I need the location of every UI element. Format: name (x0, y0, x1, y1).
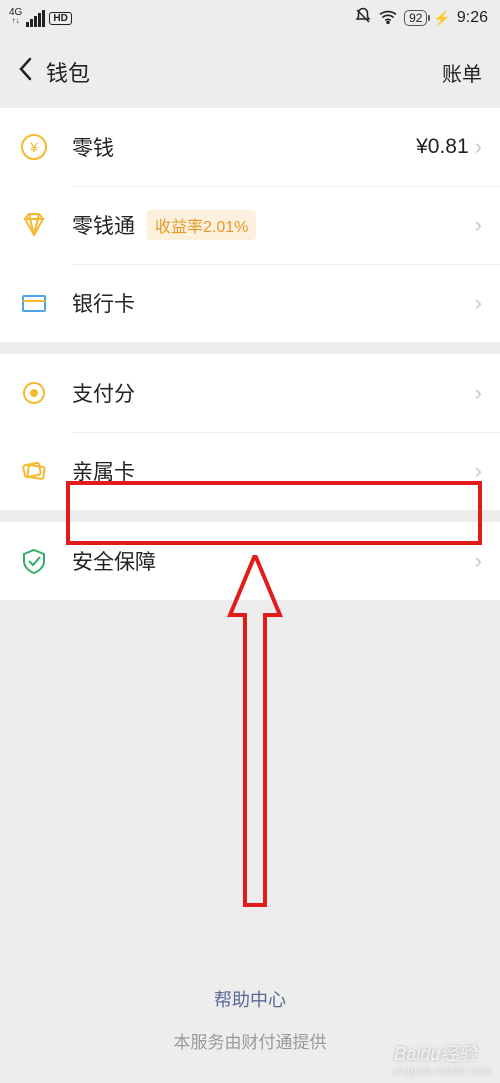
charging-icon: ⚡ (433, 10, 450, 27)
chevron-right-icon: › (475, 134, 482, 160)
wifi-icon (378, 8, 398, 29)
clock: 9:26 (457, 9, 488, 27)
status-bar: 4G ↑↓ HD 92 ⚡ 9:26 (0, 0, 500, 36)
row-label: 支付分 (72, 378, 135, 408)
provider-text: 本服务由财付通提供 (174, 1033, 327, 1052)
watermark-sub: jingyan.baidu.com (394, 1066, 492, 1077)
signal-icon (26, 10, 45, 27)
status-left: 4G ↑↓ HD (12, 10, 72, 27)
group-pay: 支付分 › 亲属卡 › (0, 354, 500, 510)
group-security: 安全保障 › (0, 522, 500, 600)
row-bank-card[interactable]: 银行卡 › (0, 264, 500, 342)
watermark: Baidu经验 jingyan.baidu.com (394, 1040, 492, 1077)
page-header: 钱包 账单 (0, 36, 500, 108)
network-type: 4G ↑↓ (9, 9, 22, 25)
chevron-right-icon: › (475, 380, 482, 406)
chevron-right-icon: › (475, 548, 482, 574)
shield-icon (18, 545, 50, 577)
row-balance-plus[interactable]: 零钱通 收益率2.01% › (0, 186, 500, 264)
row-security[interactable]: 安全保障 › (0, 522, 500, 600)
balance-value: ¥0.81 (416, 135, 469, 159)
status-right: 92 ⚡ 9:26 (354, 7, 488, 30)
bill-button[interactable]: 账单 (442, 58, 482, 87)
row-label: 亲属卡 (72, 456, 135, 486)
back-button[interactable] (18, 56, 40, 88)
diamond-icon (18, 209, 50, 241)
hd-badge: HD (49, 12, 71, 25)
row-family-card[interactable]: 亲属卡 › (0, 432, 500, 510)
group-balance: ¥ 零钱 ¥0.81 › 零钱通 收益率2.01% › 银行卡 › (0, 108, 500, 342)
battery-icon: 92 (404, 10, 427, 26)
row-balance[interactable]: ¥ 零钱 ¥0.81 › (0, 108, 500, 186)
row-label: 银行卡 (72, 288, 135, 318)
coin-icon: ¥ (18, 131, 50, 163)
mute-icon (354, 7, 372, 30)
yield-tag: 收益率2.01% (147, 210, 256, 240)
row-label: 安全保障 (72, 546, 156, 576)
card-icon (18, 287, 50, 319)
chevron-right-icon: › (475, 212, 482, 238)
gear-badge-icon (18, 377, 50, 409)
chevron-right-icon: › (475, 458, 482, 484)
annotation-arrow-icon (225, 555, 285, 915)
svg-text:¥: ¥ (29, 139, 38, 155)
watermark-main: Baidu经验 (394, 1044, 476, 1064)
chevron-right-icon: › (475, 290, 482, 316)
row-label: 零钱通 (72, 210, 135, 240)
row-label: 零钱 (72, 132, 114, 162)
family-card-icon (18, 455, 50, 487)
row-pay-score[interactable]: 支付分 › (0, 354, 500, 432)
page-title: 钱包 (46, 56, 90, 88)
help-center-link[interactable]: 帮助中心 (214, 986, 286, 1012)
